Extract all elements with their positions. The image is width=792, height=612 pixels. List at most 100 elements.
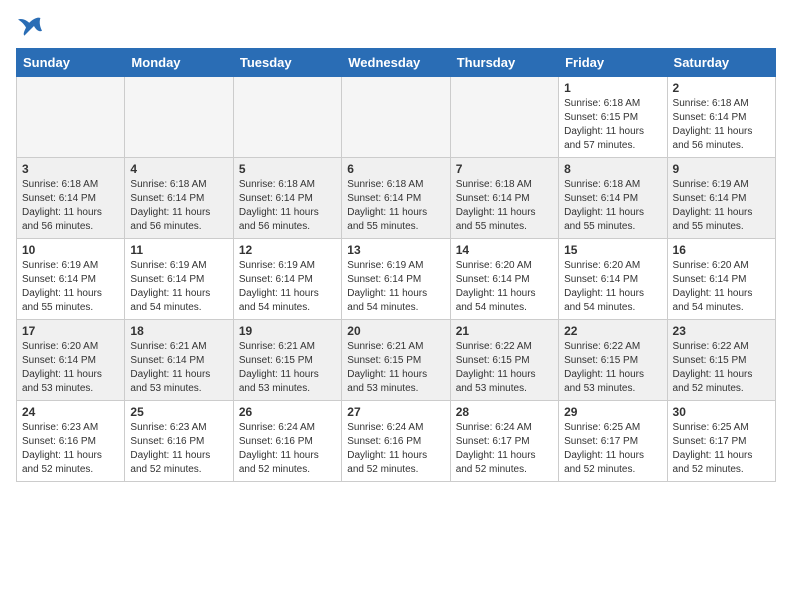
calendar-day-cell: 17Sunrise: 6:20 AMSunset: 6:14 PMDayligh…	[17, 320, 125, 401]
calendar-day-cell: 12 Sunrise: 6:19 AMSunset: 6:14 PMDayligh…	[233, 239, 341, 320]
calendar-day-cell: 27Sunrise: 6:24 AMSunset: 6:16 PMDayligh…	[342, 401, 450, 482]
calendar-week-row: 10 Sunrise: 6:19 AMSunset: 6:14 PMDayligh…	[17, 239, 776, 320]
day-info: Sunrise: 6:18 AMSunset: 6:14 PMDaylight:…	[456, 178, 553, 234]
day-info: Sunrise: 6:23 AMSunset: 6:16 PMDaylight:…	[22, 421, 119, 477]
weekday-header-sunday: Sunday	[17, 49, 125, 77]
day-info: Sunrise: 6:24 AMSunset: 6:17 PMDaylight:…	[456, 421, 553, 477]
calendar-day-cell	[450, 77, 558, 158]
calendar-day-cell: 30 Sunrise: 6:25 AMSunset: 6:17 PMDayligh…	[667, 401, 775, 482]
day-info: Sunrise: 6:19 AMSunset: 6:14 PMDaylight:…	[22, 259, 119, 315]
day-number: 23	[673, 324, 770, 338]
day-number: 19	[239, 324, 336, 338]
day-info: Sunrise: 6:20 AMSunset: 6:14 PMDaylight:…	[564, 259, 661, 315]
calendar-day-cell: 6 Sunrise: 6:18 AMSunset: 6:14 PMDaylight…	[342, 158, 450, 239]
calendar-day-cell: 29 Sunrise: 6:25 AMSunset: 6:17 PMDayligh…	[559, 401, 667, 482]
header	[16, 16, 776, 36]
day-number: 29	[564, 405, 661, 419]
day-number: 13	[347, 243, 444, 257]
day-info: Sunrise: 6:19 AMSunset: 6:14 PMDaylight:…	[130, 259, 227, 315]
day-info: Sunrise: 6:19 AMSunset: 6:14 PMDaylight:…	[347, 259, 444, 315]
logo-bird-icon	[18, 16, 42, 36]
day-info: Sunrise: 6:22 AMSunset: 6:15 PMDaylight:…	[673, 340, 770, 396]
weekday-header-monday: Monday	[125, 49, 233, 77]
day-info: Sunrise: 6:23 AMSunset: 6:16 PMDaylight:…	[130, 421, 227, 477]
day-number: 10	[22, 243, 119, 257]
calendar-day-cell: 10 Sunrise: 6:19 AMSunset: 6:14 PMDayligh…	[17, 239, 125, 320]
day-number: 16	[673, 243, 770, 257]
calendar-day-cell: 22Sunrise: 6:22 AMSunset: 6:15 PMDayligh…	[559, 320, 667, 401]
day-number: 6	[347, 162, 444, 176]
day-info: Sunrise: 6:18 AMSunset: 6:14 PMDaylight:…	[673, 97, 770, 153]
day-info: Sunrise: 6:20 AMSunset: 6:14 PMDaylight:…	[456, 259, 553, 315]
calendar-day-cell: 1 Sunrise: 6:18 AMSunset: 6:15 PMDaylight…	[559, 77, 667, 158]
calendar-day-cell: 16 Sunrise: 6:20 AMSunset: 6:14 PMDayligh…	[667, 239, 775, 320]
logo-area	[16, 16, 42, 36]
calendar-day-cell: 18Sunrise: 6:21 AMSunset: 6:14 PMDayligh…	[125, 320, 233, 401]
weekday-header-tuesday: Tuesday	[233, 49, 341, 77]
day-info: Sunrise: 6:19 AMSunset: 6:14 PMDaylight:…	[673, 178, 770, 234]
calendar-day-cell: 20 Sunrise: 6:21 AMSunset: 6:15 PMDayligh…	[342, 320, 450, 401]
calendar-day-cell: 8Sunrise: 6:18 AMSunset: 6:14 PMDaylight…	[559, 158, 667, 239]
calendar-day-cell: 3 Sunrise: 6:18 AMSunset: 6:14 PMDaylight…	[17, 158, 125, 239]
calendar-day-cell	[342, 77, 450, 158]
day-number: 11	[130, 243, 227, 257]
day-number: 14	[456, 243, 553, 257]
calendar-day-cell: 19 Sunrise: 6:21 AMSunset: 6:15 PMDayligh…	[233, 320, 341, 401]
calendar-day-cell: 26Sunrise: 6:24 AMSunset: 6:16 PMDayligh…	[233, 401, 341, 482]
calendar-day-cell: 5 Sunrise: 6:18 AMSunset: 6:14 PMDaylight…	[233, 158, 341, 239]
page: SundayMondayTuesdayWednesdayThursdayFrid…	[0, 0, 792, 498]
day-info: Sunrise: 6:25 AMSunset: 6:17 PMDaylight:…	[564, 421, 661, 477]
weekday-header-thursday: Thursday	[450, 49, 558, 77]
day-number: 24	[22, 405, 119, 419]
day-number: 20	[347, 324, 444, 338]
calendar-day-cell: 21 Sunrise: 6:22 AMSunset: 6:15 PMDayligh…	[450, 320, 558, 401]
day-number: 5	[239, 162, 336, 176]
day-number: 7	[456, 162, 553, 176]
day-number: 28	[456, 405, 553, 419]
calendar-day-cell: 11 Sunrise: 6:19 AMSunset: 6:14 PMDayligh…	[125, 239, 233, 320]
calendar-week-row: 24 Sunrise: 6:23 AMSunset: 6:16 PMDayligh…	[17, 401, 776, 482]
day-number: 1	[564, 81, 661, 95]
day-info: Sunrise: 6:25 AMSunset: 6:17 PMDaylight:…	[673, 421, 770, 477]
day-number: 9	[673, 162, 770, 176]
day-info: Sunrise: 6:21 AMSunset: 6:14 PMDaylight:…	[130, 340, 227, 396]
day-info: Sunrise: 6:18 AMSunset: 6:14 PMDaylight:…	[239, 178, 336, 234]
day-number: 25	[130, 405, 227, 419]
calendar-day-cell: 13 Sunrise: 6:19 AMSunset: 6:14 PMDayligh…	[342, 239, 450, 320]
calendar-day-cell: 23 Sunrise: 6:22 AMSunset: 6:15 PMDayligh…	[667, 320, 775, 401]
day-info: Sunrise: 6:19 AMSunset: 6:14 PMDaylight:…	[239, 259, 336, 315]
day-info: Sunrise: 6:20 AMSunset: 6:14 PMDaylight:…	[673, 259, 770, 315]
calendar-day-cell: 4Sunrise: 6:18 AMSunset: 6:14 PMDaylight…	[125, 158, 233, 239]
calendar-day-cell: 9 Sunrise: 6:19 AMSunset: 6:14 PMDaylight…	[667, 158, 775, 239]
day-info: Sunrise: 6:24 AMSunset: 6:16 PMDaylight:…	[239, 421, 336, 477]
calendar-week-row: 17Sunrise: 6:20 AMSunset: 6:14 PMDayligh…	[17, 320, 776, 401]
calendar-day-cell: 25 Sunrise: 6:23 AMSunset: 6:16 PMDayligh…	[125, 401, 233, 482]
weekday-header-friday: Friday	[559, 49, 667, 77]
day-number: 12	[239, 243, 336, 257]
calendar-day-cell	[125, 77, 233, 158]
calendar-table: SundayMondayTuesdayWednesdayThursdayFrid…	[16, 48, 776, 482]
day-number: 3	[22, 162, 119, 176]
day-info: Sunrise: 6:18 AMSunset: 6:14 PMDaylight:…	[347, 178, 444, 234]
day-number: 30	[673, 405, 770, 419]
day-info: Sunrise: 6:18 AMSunset: 6:14 PMDaylight:…	[22, 178, 119, 234]
day-info: Sunrise: 6:18 AMSunset: 6:14 PMDaylight:…	[130, 178, 227, 234]
calendar-day-cell: 7 Sunrise: 6:18 AMSunset: 6:14 PMDaylight…	[450, 158, 558, 239]
weekday-header-saturday: Saturday	[667, 49, 775, 77]
calendar-day-cell	[17, 77, 125, 158]
day-info: Sunrise: 6:22 AMSunset: 6:15 PMDaylight:…	[456, 340, 553, 396]
day-number: 8	[564, 162, 661, 176]
calendar-header-row: SundayMondayTuesdayWednesdayThursdayFrid…	[17, 49, 776, 77]
day-info: Sunrise: 6:21 AMSunset: 6:15 PMDaylight:…	[347, 340, 444, 396]
day-number: 21	[456, 324, 553, 338]
calendar-day-cell: 14 Sunrise: 6:20 AMSunset: 6:14 PMDayligh…	[450, 239, 558, 320]
day-number: 22	[564, 324, 661, 338]
day-number: 27	[347, 405, 444, 419]
calendar-day-cell: 2Sunrise: 6:18 AMSunset: 6:14 PMDaylight…	[667, 77, 775, 158]
day-info: Sunrise: 6:21 AMSunset: 6:15 PMDaylight:…	[239, 340, 336, 396]
day-number: 15	[564, 243, 661, 257]
day-info: Sunrise: 6:18 AMSunset: 6:15 PMDaylight:…	[564, 97, 661, 153]
logo	[16, 16, 42, 36]
calendar-day-cell: 28 Sunrise: 6:24 AMSunset: 6:17 PMDayligh…	[450, 401, 558, 482]
calendar-week-row: 3 Sunrise: 6:18 AMSunset: 6:14 PMDaylight…	[17, 158, 776, 239]
